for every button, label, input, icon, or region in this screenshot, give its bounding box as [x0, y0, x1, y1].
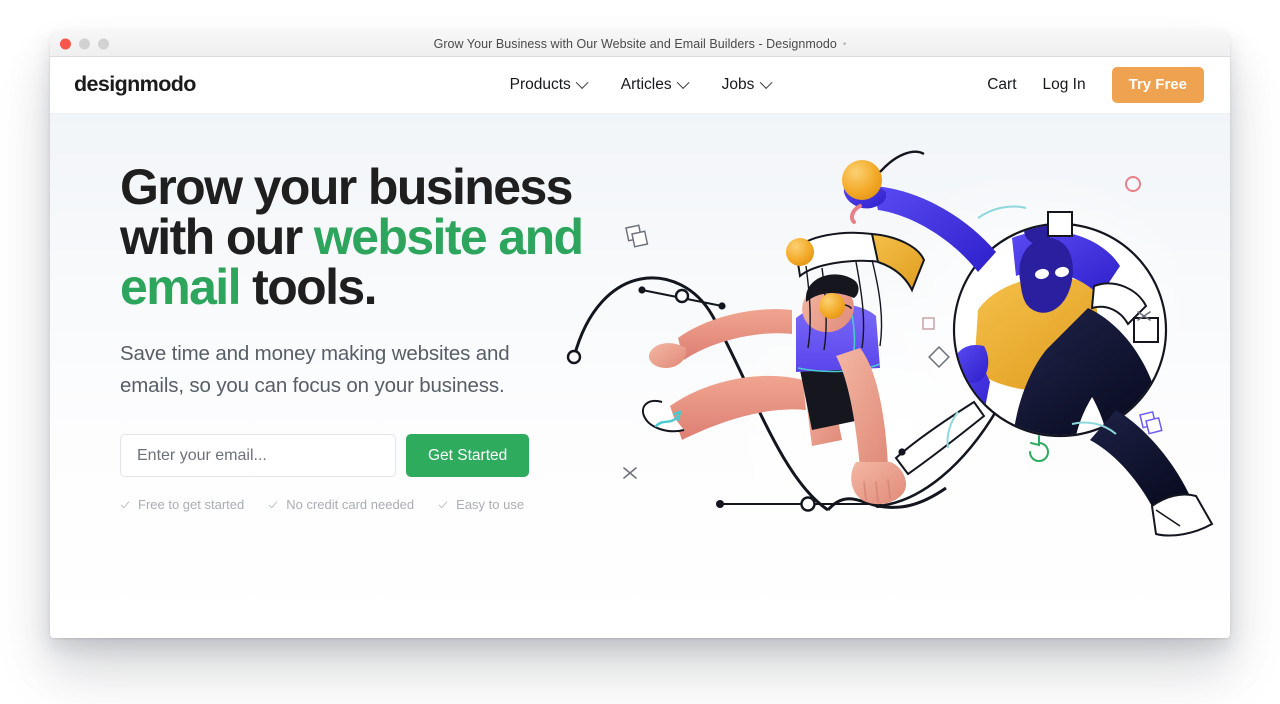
feature-label: Free to get started: [138, 497, 245, 512]
check-icon: [269, 501, 278, 508]
hero-section: Grow your business with our website and …: [50, 114, 1230, 638]
hero-feature-list: Free to get started No credit card neede…: [120, 497, 590, 512]
bezier-anchor-point: [800, 496, 816, 512]
tab-favicon-dot: •: [842, 38, 847, 50]
squiggle-icon: [654, 414, 680, 428]
zoom-window-button[interactable]: [98, 38, 109, 49]
try-free-button[interactable]: Try Free: [1111, 67, 1204, 103]
hero-subheadline: Save time and money making websites and …: [120, 342, 510, 397]
diamond-icon: [928, 346, 950, 368]
nav-item-jobs[interactable]: Jobs: [721, 75, 773, 94]
close-window-button[interactable]: [60, 38, 71, 49]
plus-icon: [623, 467, 637, 479]
hero-illustration: [560, 114, 1230, 610]
circle-frame: [952, 222, 1168, 438]
square-outline-icon: [922, 317, 935, 330]
chevron-down-icon: [759, 75, 773, 89]
bezier-curve-path: [877, 407, 1000, 508]
email-input[interactable]: [120, 434, 396, 477]
hero-copy: Grow your business with our website and …: [120, 162, 590, 512]
bezier-handle-line: [641, 289, 723, 307]
copy-layers-icon: [625, 224, 649, 248]
bezier-anchor-point: [674, 288, 690, 304]
nav-item-jobs-label: Jobs: [721, 76, 755, 93]
browser-titlebar: Grow Your Business with Our Website and …: [50, 31, 1230, 57]
bezier-handle-dot: [716, 500, 724, 508]
browser-tab-title-text: Grow Your Business with Our Website and …: [433, 36, 837, 51]
hero-headline-part2: tools.: [239, 259, 377, 315]
window-traffic-lights[interactable]: [60, 38, 109, 49]
primary-navigation: Products Articles Jobs: [509, 75, 773, 94]
get-started-button[interactable]: Get Started: [406, 434, 530, 477]
nav-item-articles-label: Articles: [620, 76, 672, 93]
yellow-sphere: [786, 238, 814, 266]
wireframe-board: [794, 231, 926, 351]
yellow-sphere: [819, 293, 845, 319]
hero-headline: Grow your business with our website and …: [120, 162, 590, 312]
bezier-handle-dot: [638, 286, 646, 294]
plus-icon: [1137, 311, 1151, 321]
check-icon: [120, 501, 130, 508]
glow: [860, 170, 1200, 450]
site-logo[interactable]: designmodo: [74, 74, 196, 96]
feature-free-to-get-started: Free to get started: [120, 497, 244, 512]
feature-label: Easy to use: [456, 497, 525, 512]
bezier-handle-dot: [718, 302, 726, 310]
yellow-sphere: [842, 160, 882, 200]
minimize-window-button[interactable]: [79, 38, 90, 49]
nav-item-articles[interactable]: Articles: [620, 75, 690, 94]
selection-handle-square: [1047, 211, 1073, 237]
bezier-curve-path: [572, 276, 829, 512]
copy-layers-icon: [1139, 410, 1163, 435]
header-actions: Cart Log In Try Free: [987, 67, 1204, 103]
screenshot-stage: Grow Your Business with Our Website and …: [0, 0, 1280, 704]
browser-window: Grow Your Business with Our Website and …: [50, 31, 1230, 638]
login-link[interactable]: Log In: [1043, 76, 1086, 94]
email-signup-form: Get Started: [120, 434, 590, 477]
circle-outline-icon: [1125, 176, 1141, 192]
feature-no-credit-card-needed: No credit card needed: [268, 497, 414, 512]
browser-tab-title: Grow Your Business with Our Website and …: [50, 37, 1230, 51]
bezier-curve-path: [826, 486, 947, 512]
nav-item-products-label: Products: [509, 76, 571, 93]
rotate-refresh-icon: [1029, 435, 1049, 462]
sphere-string: [879, 150, 925, 173]
site-header: designmodo Products Articles Jobs Cart L…: [50, 57, 1230, 114]
check-icon: [438, 501, 448, 508]
feature-label: No credit card needed: [286, 497, 415, 512]
bezier-handle-dot: [874, 500, 882, 508]
squiggle-icon: [672, 410, 682, 422]
nav-item-products[interactable]: Products: [509, 75, 589, 94]
illustration-figure-in-circle: [843, 179, 1214, 537]
glow: [700, 290, 1080, 590]
chevron-down-icon: [575, 75, 589, 89]
selection-handle-square: [1133, 317, 1159, 343]
feature-easy-to-use: Easy to use: [438, 497, 524, 512]
chevron-down-icon: [676, 75, 690, 89]
cart-link[interactable]: Cart: [987, 76, 1016, 94]
page-viewport: designmodo Products Articles Jobs Cart L…: [50, 57, 1230, 638]
illustration-figure-reclining: [642, 231, 986, 505]
